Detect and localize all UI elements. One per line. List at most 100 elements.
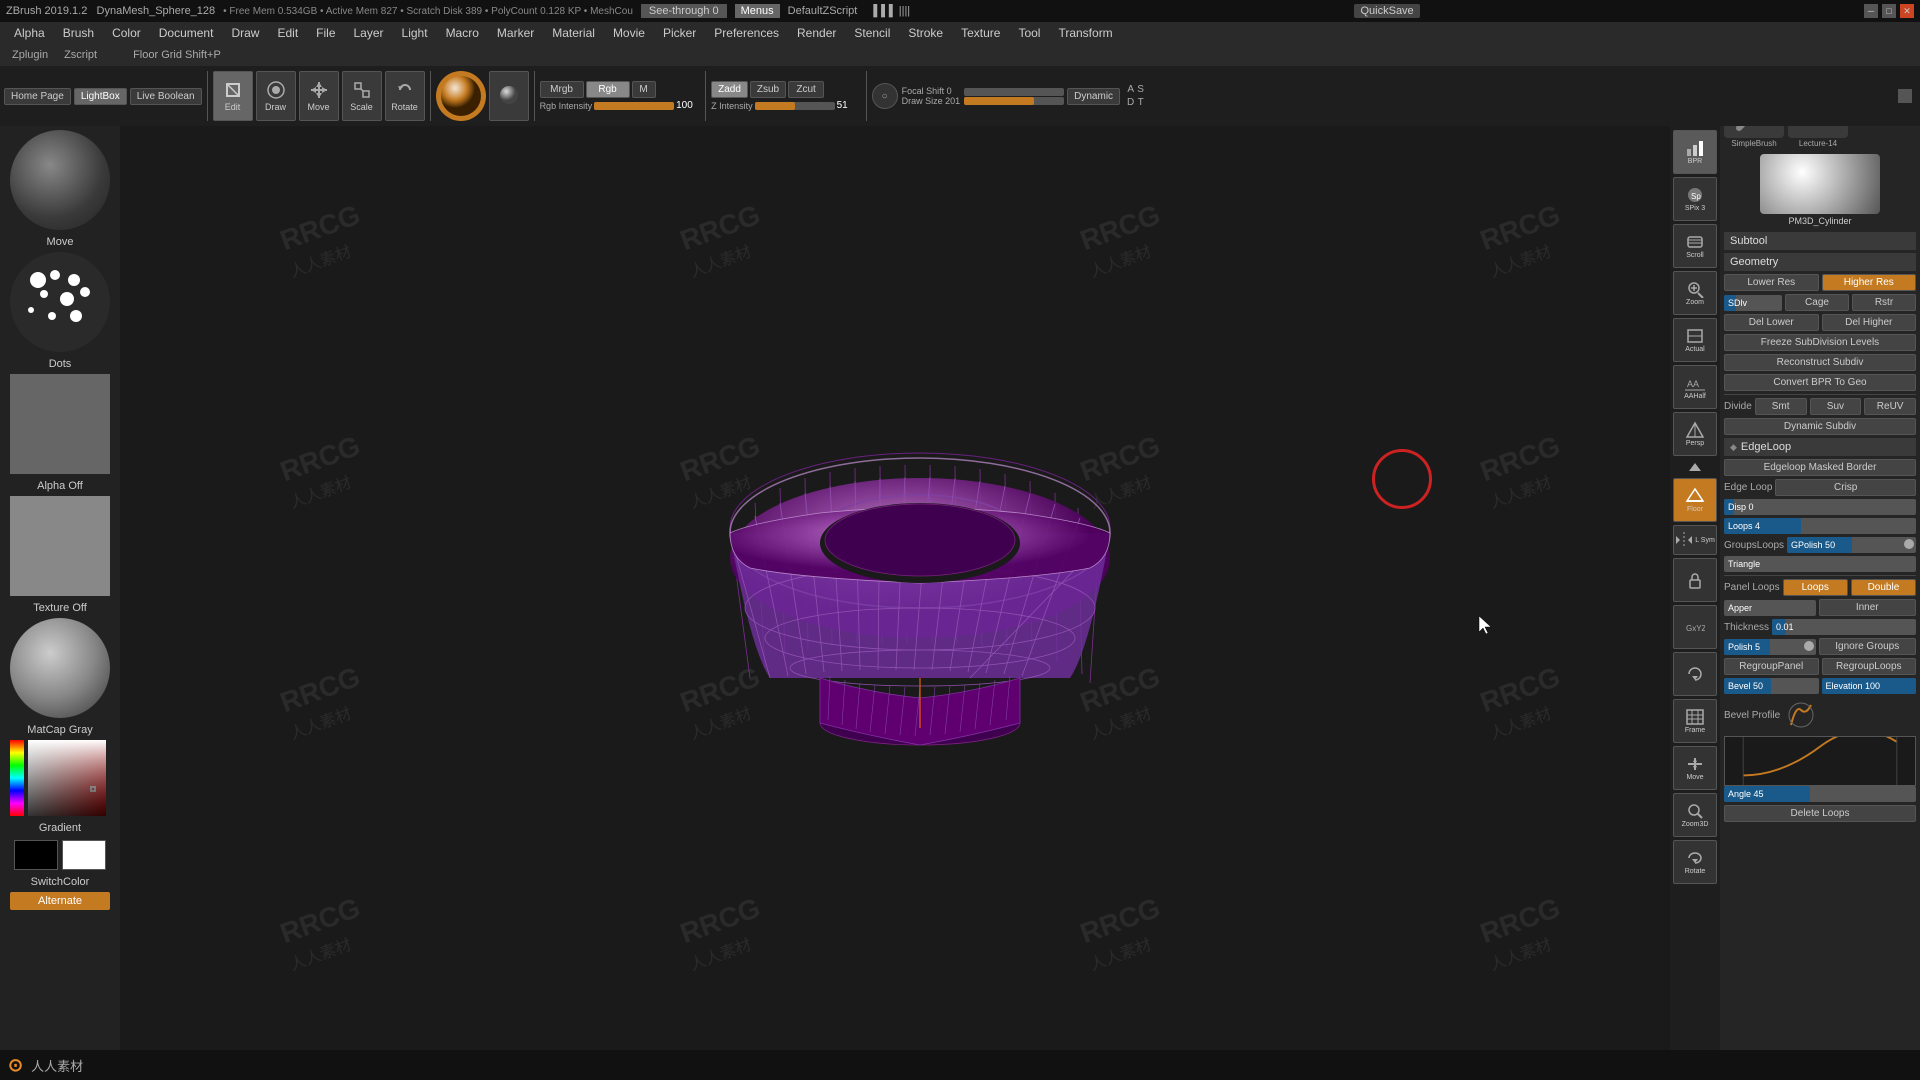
zadd-btn[interactable]: Zadd xyxy=(711,81,748,98)
zbrush-icon-btn[interactable] xyxy=(1783,697,1819,733)
move-btn[interactable]: Move xyxy=(299,71,339,121)
lightbox-btn[interactable]: LightBox xyxy=(74,88,127,105)
menu-transform[interactable]: Transform xyxy=(1050,24,1120,42)
m-btn[interactable]: M xyxy=(632,81,656,98)
focal-shift-dial[interactable]: ○ xyxy=(872,83,898,109)
alpha-thumb[interactable] xyxy=(10,374,110,474)
material-preview[interactable] xyxy=(489,71,529,121)
color-spectrum[interactable] xyxy=(28,740,106,816)
3d-object[interactable] xyxy=(670,368,1170,768)
convert-bpr-btn[interactable]: Convert BPR To Geo xyxy=(1724,374,1916,391)
mrgb-btn[interactable]: Mrgb xyxy=(540,81,584,98)
close-btn[interactable]: ✕ xyxy=(1900,4,1914,18)
menu-brush[interactable]: Brush xyxy=(55,24,102,42)
live-boolean-btn[interactable]: Live Boolean xyxy=(130,88,202,105)
edit-btn[interactable]: Edit xyxy=(213,71,253,121)
zoom-btn[interactable]: Zoom xyxy=(1673,271,1717,315)
gpolish-toggle[interactable] xyxy=(1904,539,1914,549)
menu-edit[interactable]: Edit xyxy=(269,24,306,42)
lock-btn[interactable] xyxy=(1673,558,1717,602)
hue-bar[interactable] xyxy=(10,740,24,816)
floor-btn[interactable]: Floor xyxy=(1673,478,1717,522)
elevation-slider[interactable]: Elevation 100 xyxy=(1822,678,1917,694)
rgb-btn[interactable]: Rgb xyxy=(586,81,630,98)
panel-toggle[interactable] xyxy=(1673,459,1717,475)
swatch-black[interactable] xyxy=(14,840,58,870)
menu-render[interactable]: Render xyxy=(789,24,844,42)
menu-stencil[interactable]: Stencil xyxy=(846,24,898,42)
frame-btn[interactable]: Frame xyxy=(1673,699,1717,743)
bevel-slider[interactable]: Bevel 50 xyxy=(1724,678,1819,694)
dynamic-btn[interactable]: Dynamic xyxy=(1067,88,1120,105)
menus-btn[interactable]: Menus xyxy=(735,4,780,18)
menu-texture[interactable]: Texture xyxy=(953,24,1008,42)
regroup-loops-btn[interactable]: RegroupLoops xyxy=(1822,658,1917,675)
lower-res-btn[interactable]: Lower Res xyxy=(1724,274,1819,291)
swatch-white[interactable] xyxy=(62,840,106,870)
edgeloop-header[interactable]: ◆ EdgeLoop xyxy=(1724,438,1916,456)
polish-toggle[interactable] xyxy=(1804,641,1814,651)
draw-btn[interactable]: Draw xyxy=(256,71,296,121)
subtool-header[interactable]: Subtool xyxy=(1724,232,1916,250)
zsub-btn[interactable]: Zsub xyxy=(750,81,786,98)
bevel-profile-area[interactable] xyxy=(1724,736,1916,786)
angle-slider[interactable]: Angle 45 xyxy=(1724,786,1916,802)
local-btn[interactable] xyxy=(1673,652,1717,696)
loops-slider[interactable]: Loops 4 xyxy=(1724,518,1916,534)
menu-marker[interactable]: Marker xyxy=(489,24,542,42)
reuv-btn[interactable]: ReUV xyxy=(1864,398,1916,415)
gpolish-slider[interactable]: GPolish 50 xyxy=(1787,537,1916,553)
menu-alpha[interactable]: Alpha xyxy=(6,24,53,42)
scroll-btn[interactable]: Scroll xyxy=(1673,224,1717,268)
menu-macro[interactable]: Macro xyxy=(438,24,487,42)
aahalf-btn[interactable]: AA AAHalf xyxy=(1673,365,1717,409)
double-btn[interactable]: Double xyxy=(1851,579,1916,596)
quicksave-btn[interactable]: QuickSave xyxy=(1354,4,1419,18)
disp-slider[interactable]: Disp 0 xyxy=(1724,499,1916,515)
menu-file[interactable]: File xyxy=(308,24,343,42)
move-nav-btn[interactable]: Move xyxy=(1673,746,1717,790)
alternate-btn[interactable]: Alternate xyxy=(10,892,110,910)
home-page-btn[interactable]: Home Page xyxy=(4,88,71,105)
thickness-slider[interactable]: 0.01 xyxy=(1772,619,1916,635)
crisp-btn[interactable]: Crisp xyxy=(1775,479,1916,496)
rotate-btn[interactable]: Rotate xyxy=(385,71,425,121)
matcap-thumb[interactable] xyxy=(10,618,110,718)
append-slider[interactable]: Apper xyxy=(1724,600,1816,616)
regroup-panel-btn[interactable]: RegroupPanel xyxy=(1724,658,1819,675)
texture-thumb[interactable] xyxy=(10,496,110,596)
dynamic-subdiv-btn[interactable]: Dynamic Subdiv xyxy=(1724,418,1916,435)
actual-btn[interactable]: Actual xyxy=(1673,318,1717,362)
edgeloop-masked-btn[interactable]: Edgeloop Masked Border xyxy=(1724,459,1916,476)
persp-btn[interactable]: Persp xyxy=(1673,412,1717,456)
move-brush-thumb[interactable] xyxy=(10,130,110,230)
3d-brush-preview[interactable] xyxy=(436,71,486,121)
main-tool-thumb[interactable] xyxy=(1760,154,1880,214)
delete-loops-btn[interactable]: Delete Loops xyxy=(1724,805,1916,822)
menu-layer[interactable]: Layer xyxy=(346,24,392,42)
rstr-btn[interactable]: Rstr xyxy=(1852,294,1916,311)
maximize-btn[interactable]: □ xyxy=(1882,4,1896,18)
cage-btn[interactable]: Cage xyxy=(1785,294,1849,311)
sdlv-slider[interactable]: SDlv xyxy=(1724,295,1782,311)
zscript-item[interactable]: Zscript xyxy=(58,48,103,62)
zplugin-item[interactable]: Zplugin xyxy=(6,48,54,62)
dots-brush-thumb[interactable] xyxy=(10,252,110,352)
freeze-subdiv-btn[interactable]: Freeze SubDivision Levels xyxy=(1724,334,1916,351)
smt-btn[interactable]: Smt xyxy=(1755,398,1807,415)
loops2-btn[interactable]: Loops xyxy=(1783,579,1848,596)
rotate-nav-btn[interactable]: Rotate xyxy=(1673,840,1717,884)
polish-slider[interactable]: Polish 5 xyxy=(1724,639,1816,655)
color-picker[interactable] xyxy=(10,740,110,816)
triangle-slider[interactable]: Triangle xyxy=(1724,556,1916,572)
gxyz-btn[interactable]: GxYZ xyxy=(1673,605,1717,649)
menu-tool[interactable]: Tool xyxy=(1010,24,1048,42)
menu-movie[interactable]: Movie xyxy=(605,24,653,42)
canvas-area[interactable]: RRCG人人素材 RRCG人人素材 RRCG人人素材 RRCG人人素材 RRCG… xyxy=(120,126,1720,1050)
bpr-btn[interactable]: BPR xyxy=(1673,130,1717,174)
reconstruct-subdiv-btn[interactable]: Reconstruct Subdiv xyxy=(1724,354,1916,371)
del-lower-btn[interactable]: Del Lower xyxy=(1724,314,1819,331)
menu-preferences[interactable]: Preferences xyxy=(706,24,787,42)
menu-light[interactable]: Light xyxy=(394,24,436,42)
zcut-btn[interactable]: Zcut xyxy=(788,81,824,98)
